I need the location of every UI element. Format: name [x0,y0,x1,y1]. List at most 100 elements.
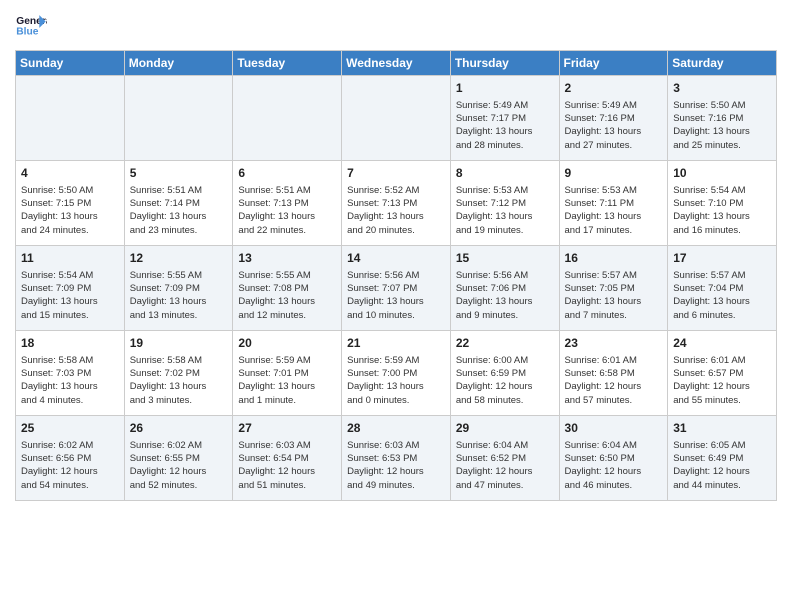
day-number: 21 [347,335,445,352]
calendar-cell: 4Sunrise: 5:50 AM Sunset: 7:15 PM Daylig… [16,161,125,246]
day-info: Sunrise: 5:54 AM Sunset: 7:09 PM Dayligh… [21,269,119,322]
day-info: Sunrise: 5:53 AM Sunset: 7:12 PM Dayligh… [456,184,554,237]
calendar-week-4: 18Sunrise: 5:58 AM Sunset: 7:03 PM Dayli… [16,331,777,416]
day-info: Sunrise: 5:58 AM Sunset: 7:02 PM Dayligh… [130,354,228,407]
calendar-cell: 29Sunrise: 6:04 AM Sunset: 6:52 PM Dayli… [450,416,559,501]
day-number: 8 [456,165,554,182]
day-number: 31 [673,420,771,437]
day-number: 15 [456,250,554,267]
calendar-cell: 2 Sunrise: 5:49 AM Sunset: 7:16 PM Daylig… [559,76,668,161]
day-number: 14 [347,250,445,267]
day-number: 23 [565,335,663,352]
day-number: 1 [456,80,554,97]
calendar-week-2: 4Sunrise: 5:50 AM Sunset: 7:15 PM Daylig… [16,161,777,246]
day-number: 4 [21,165,119,182]
day-number: 28 [347,420,445,437]
day-info: Sunrise: 5:52 AM Sunset: 7:13 PM Dayligh… [347,184,445,237]
header-tuesday: Tuesday [233,51,342,76]
day-info: Sunrise: 5:57 AM Sunset: 7:04 PM Dayligh… [673,269,771,322]
day-number: 17 [673,250,771,267]
day-info: Sunrise: 5:59 AM Sunset: 7:00 PM Dayligh… [347,354,445,407]
day-number: 20 [238,335,336,352]
day-number: 11 [21,250,119,267]
day-info: Sunrise: 5:51 AM Sunset: 7:13 PM Dayligh… [238,184,336,237]
day-info: Sunrise: 6:00 AM Sunset: 6:59 PM Dayligh… [456,354,554,407]
day-info: Sunrise: 5:55 AM Sunset: 7:09 PM Dayligh… [130,269,228,322]
day-info: Sunrise: 6:05 AM Sunset: 6:49 PM Dayligh… [673,439,771,492]
calendar-cell: 16Sunrise: 5:57 AM Sunset: 7:05 PM Dayli… [559,246,668,331]
calendar-cell: 26 Sunrise: 6:02 AM Sunset: 6:55 PM Dayli… [124,416,233,501]
calendar-cell: 8 Sunrise: 5:53 AM Sunset: 7:12 PM Daylig… [450,161,559,246]
day-info: Sunrise: 6:01 AM Sunset: 6:57 PM Dayligh… [673,354,771,407]
day-info: Sunrise: 5:51 AM Sunset: 7:14 PM Dayligh… [130,184,228,237]
day-number: 3 [673,80,771,97]
calendar-cell: 30 Sunrise: 6:04 AM Sunset: 6:50 PM Dayli… [559,416,668,501]
calendar-cell: 6Sunrise: 5:51 AM Sunset: 7:13 PM Daylig… [233,161,342,246]
calendar-cell: 25Sunrise: 6:02 AM Sunset: 6:56 PM Dayli… [16,416,125,501]
calendar-cell: 28 Sunrise: 6:03 AM Sunset: 6:53 PM Dayli… [342,416,451,501]
header-thursday: Thursday [450,51,559,76]
day-number: 22 [456,335,554,352]
day-number: 13 [238,250,336,267]
calendar-cell: 14 Sunrise: 5:56 AM Sunset: 7:07 PM Dayli… [342,246,451,331]
day-number: 9 [565,165,663,182]
calendar-week-5: 25Sunrise: 6:02 AM Sunset: 6:56 PM Dayli… [16,416,777,501]
day-info: Sunrise: 5:53 AM Sunset: 7:11 PM Dayligh… [565,184,663,237]
header-sunday: Sunday [16,51,125,76]
day-info: Sunrise: 5:56 AM Sunset: 7:07 PM Dayligh… [347,269,445,322]
calendar-cell: 9 Sunrise: 5:53 AM Sunset: 7:11 PM Daylig… [559,161,668,246]
calendar-cell [124,76,233,161]
calendar-week-1: 1 Sunrise: 5:49 AM Sunset: 7:17 PM Daylig… [16,76,777,161]
calendar-cell: 1 Sunrise: 5:49 AM Sunset: 7:17 PM Daylig… [450,76,559,161]
day-info: Sunrise: 5:58 AM Sunset: 7:03 PM Dayligh… [21,354,119,407]
day-info: Sunrise: 6:03 AM Sunset: 6:53 PM Dayligh… [347,439,445,492]
day-info: Sunrise: 6:03 AM Sunset: 6:54 PM Dayligh… [238,439,336,492]
svg-text:Blue: Blue [16,26,38,37]
day-info: Sunrise: 5:54 AM Sunset: 7:10 PM Dayligh… [673,184,771,237]
calendar-cell: 17 Sunrise: 5:57 AM Sunset: 7:04 PM Dayli… [668,246,777,331]
day-info: Sunrise: 5:49 AM Sunset: 7:16 PM Dayligh… [565,99,663,152]
calendar-cell: 7 Sunrise: 5:52 AM Sunset: 7:13 PM Daylig… [342,161,451,246]
header-saturday: Saturday [668,51,777,76]
calendar-cell: 13Sunrise: 5:55 AM Sunset: 7:08 PM Dayli… [233,246,342,331]
calendar-cell: 12 Sunrise: 5:55 AM Sunset: 7:09 PM Dayli… [124,246,233,331]
day-number: 26 [130,420,228,437]
day-number: 7 [347,165,445,182]
logo: General Blue [15,10,47,42]
calendar-cell: 27 Sunrise: 6:03 AM Sunset: 6:54 PM Dayli… [233,416,342,501]
calendar-cell: 5 Sunrise: 5:51 AM Sunset: 7:14 PM Daylig… [124,161,233,246]
day-number: 30 [565,420,663,437]
day-info: Sunrise: 6:01 AM Sunset: 6:58 PM Dayligh… [565,354,663,407]
header-monday: Monday [124,51,233,76]
calendar-cell: 11 Sunrise: 5:54 AM Sunset: 7:09 PM Dayli… [16,246,125,331]
calendar-cell: 19 Sunrise: 5:58 AM Sunset: 7:02 PM Dayli… [124,331,233,416]
calendar-cell [16,76,125,161]
calendar-cell: 3 Sunrise: 5:50 AM Sunset: 7:16 PM Daylig… [668,76,777,161]
day-info: Sunrise: 5:59 AM Sunset: 7:01 PM Dayligh… [238,354,336,407]
day-number: 5 [130,165,228,182]
calendar-cell [342,76,451,161]
day-number: 2 [565,80,663,97]
day-number: 19 [130,335,228,352]
day-number: 25 [21,420,119,437]
day-info: Sunrise: 5:50 AM Sunset: 7:16 PM Dayligh… [673,99,771,152]
calendar-cell: 23 Sunrise: 6:01 AM Sunset: 6:58 PM Dayli… [559,331,668,416]
day-number: 10 [673,165,771,182]
day-number: 12 [130,250,228,267]
day-info: Sunrise: 6:04 AM Sunset: 6:50 PM Dayligh… [565,439,663,492]
page-header: General Blue [15,10,777,42]
calendar-cell [233,76,342,161]
day-info: Sunrise: 5:49 AM Sunset: 7:17 PM Dayligh… [456,99,554,152]
day-info: Sunrise: 5:56 AM Sunset: 7:06 PM Dayligh… [456,269,554,322]
header-friday: Friday [559,51,668,76]
calendar-cell: 15 Sunrise: 5:56 AM Sunset: 7:06 PM Dayli… [450,246,559,331]
calendar-table: SundayMondayTuesdayWednesdayThursdayFrid… [15,50,777,501]
calendar-week-3: 11 Sunrise: 5:54 AM Sunset: 7:09 PM Dayli… [16,246,777,331]
day-number: 27 [238,420,336,437]
day-number: 16 [565,250,663,267]
header-wednesday: Wednesday [342,51,451,76]
day-number: 24 [673,335,771,352]
day-info: Sunrise: 6:02 AM Sunset: 6:55 PM Dayligh… [130,439,228,492]
calendar-cell: 10 Sunrise: 5:54 AM Sunset: 7:10 PM Dayli… [668,161,777,246]
calendar-header-row: SundayMondayTuesdayWednesdayThursdayFrid… [16,51,777,76]
